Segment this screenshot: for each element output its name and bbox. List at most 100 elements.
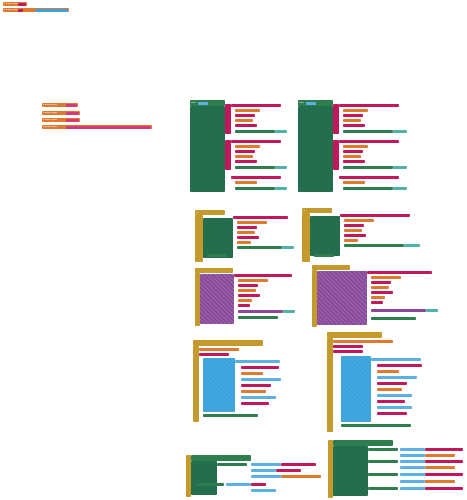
- statement-chip: [371, 317, 416, 320]
- statement-chip: [251, 475, 281, 478]
- statement-chip: [343, 114, 363, 117]
- statement-chip: [371, 291, 393, 294]
- loop-body: [341, 356, 371, 422]
- procedure-block-c[interactable]: to: [195, 210, 300, 262]
- statement-chip: [343, 130, 393, 133]
- statement-chip: [233, 216, 288, 219]
- statement-chip: [251, 463, 281, 466]
- statement-chip: [343, 155, 361, 158]
- statement-chip: [425, 460, 463, 463]
- statement-chip: [340, 214, 410, 217]
- statement-chip: [377, 382, 407, 385]
- loop-header: [193, 340, 263, 346]
- event-handler-b[interactable]: when: [298, 100, 413, 192]
- procedure-block-f[interactable]: [312, 265, 442, 327]
- value-chip: [18, 8, 23, 12]
- statement-chip: [237, 226, 257, 229]
- event-handler-a[interactable]: when: [190, 100, 290, 192]
- statement-chip: [344, 224, 364, 227]
- statement-chip: [235, 130, 275, 133]
- to-label: to: [303, 209, 306, 212]
- statement-chip: [238, 299, 252, 302]
- statement-chip: [425, 448, 463, 451]
- statement-chip: [400, 448, 425, 451]
- global-var-label: initialize global: [4, 9, 18, 11]
- procedure-block-d[interactable]: to: [302, 208, 432, 262]
- statement-chip: [238, 310, 283, 313]
- statement-chip: [237, 236, 259, 239]
- global-var-block-6[interactable]: initialize global: [42, 125, 152, 129]
- statement-chip: [237, 231, 255, 234]
- statement-chip: [237, 221, 267, 224]
- global-var-block-2[interactable]: initialize global: [3, 8, 69, 12]
- global-var-block-4[interactable]: initialize global: [42, 111, 80, 115]
- statement-chip: [235, 160, 257, 163]
- statement-chip: [235, 166, 275, 169]
- statement-chip: [377, 376, 417, 379]
- statement-chip: [377, 394, 412, 397]
- statement-chip: [235, 360, 280, 363]
- statement-chip: [343, 166, 393, 169]
- event-body: [191, 461, 217, 495]
- when-label: when: [191, 102, 197, 104]
- event-body: [298, 106, 333, 192]
- statement-chip: [343, 119, 361, 122]
- global-var-label: initialize global: [43, 119, 57, 121]
- statement-chip: [367, 271, 432, 274]
- statement-chip: [425, 487, 463, 490]
- value-chip: [275, 130, 287, 133]
- loop-block-h[interactable]: [327, 332, 452, 432]
- value-chip: [66, 111, 79, 115]
- statement-chip: [241, 390, 266, 393]
- global-var-block-1[interactable]: initialize global: [3, 2, 27, 6]
- statement-chip: [238, 304, 250, 307]
- statement-chip: [238, 294, 260, 297]
- statement-chip: [235, 109, 260, 112]
- statement-chip: [343, 181, 365, 184]
- statement-chip: [425, 466, 455, 469]
- statement-chip: [377, 388, 402, 391]
- event-handler-j[interactable]: [328, 440, 466, 498]
- statement-chip: [371, 286, 389, 289]
- statement-chip: [238, 284, 258, 287]
- statement-chip: [235, 187, 275, 190]
- statement-chip: [203, 414, 258, 417]
- global-var-label: initialize global: [43, 104, 57, 106]
- statement-chip: [276, 469, 301, 472]
- statement-chip: [235, 181, 257, 184]
- global-var-block-5[interactable]: initialize global: [42, 118, 80, 122]
- value-chip: [283, 310, 295, 313]
- statement-chip: [371, 358, 421, 361]
- statement-chip: [241, 402, 269, 405]
- statement-chip: [400, 454, 425, 457]
- loop-block-g[interactable]: [193, 340, 303, 422]
- statement-chip: [196, 483, 224, 486]
- statement-chip: [217, 463, 247, 466]
- statement-chip: [343, 124, 365, 127]
- statement-chip: [241, 366, 279, 369]
- statement-chip: [344, 229, 362, 232]
- statement-chip: [368, 473, 398, 476]
- statement-chip: [339, 140, 399, 143]
- procedure-block-e[interactable]: [195, 268, 300, 326]
- value-chip: [66, 103, 77, 107]
- statement-chip: [251, 489, 276, 492]
- event-handler-i[interactable]: [186, 455, 326, 497]
- global-var-block-3[interactable]: initialize global: [42, 103, 78, 107]
- statement-chip: [234, 274, 292, 277]
- statement-chip: [281, 463, 316, 466]
- statement-chip: [400, 473, 425, 476]
- procedure-header: [312, 265, 350, 270]
- statement-chip: [238, 279, 268, 282]
- value-chip: [35, 8, 68, 12]
- value-chip: [426, 309, 438, 312]
- statement-chip: [343, 150, 363, 153]
- statement-chip: [241, 396, 276, 399]
- value-chip: [66, 125, 151, 129]
- statement-chip: [235, 145, 260, 148]
- statement-chip: [231, 176, 281, 179]
- statement-chip: [377, 364, 422, 367]
- value-chip: [275, 187, 287, 190]
- statement-chip: [343, 187, 393, 190]
- global-var-label: initialize global: [43, 112, 57, 114]
